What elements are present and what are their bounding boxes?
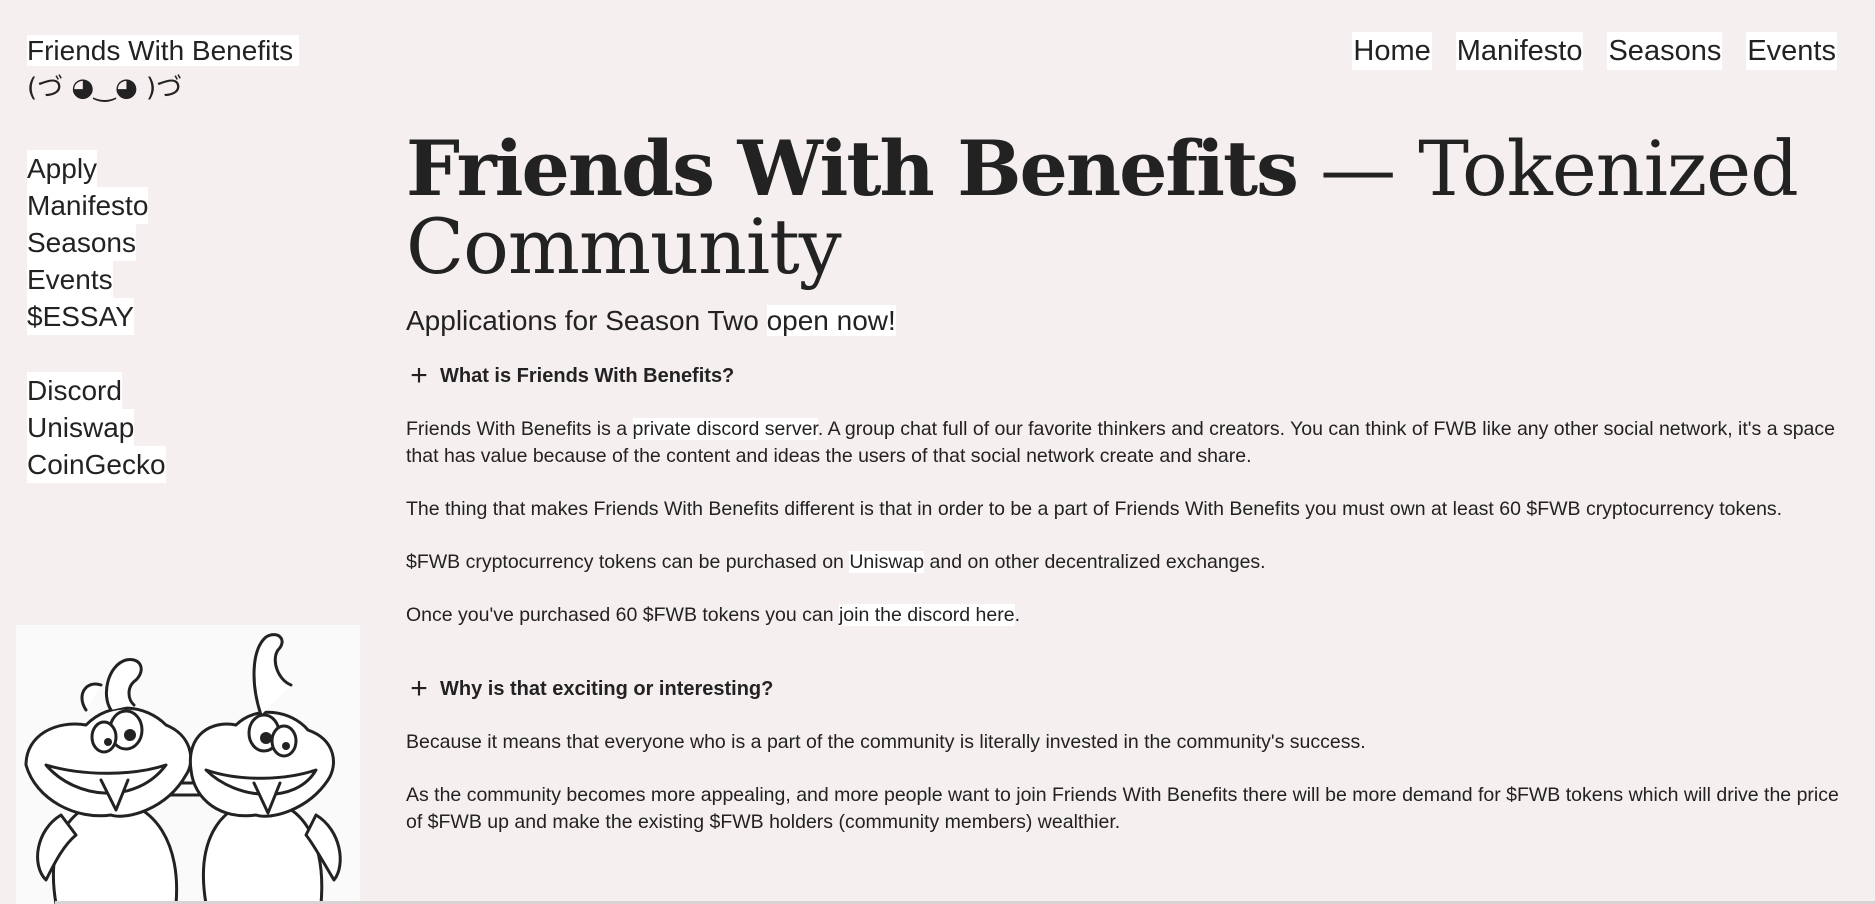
site-title[interactable]: Friends With Benefits (づ ◕‿◕ )づ <box>27 32 300 106</box>
text: and on other decentralized exchanges. <box>924 551 1266 573</box>
faq-question[interactable]: + What is Friends With Benefits? <box>406 361 1856 391</box>
nav-seasons[interactable]: Seasons <box>1607 32 1723 70</box>
kaomoji: (づ ◕‿◕ )づ <box>27 73 183 103</box>
sidebar: Apply Manifesto Seasons Events $ESSAY Di… <box>27 150 166 483</box>
announcement-text: Applications for Season Two <box>406 305 767 336</box>
faq-paragraph: Friends With Benefits is a private disco… <box>406 416 1856 470</box>
main-content: Friends With Benefits — Tokenized Commun… <box>406 130 1856 836</box>
private-discord-link[interactable]: private discord server <box>632 418 818 440</box>
faq-paragraph: The thing that makes Friends With Benefi… <box>406 498 1783 520</box>
text: . <box>1014 604 1020 626</box>
sidebar-item-seasons[interactable]: Seasons <box>27 224 136 261</box>
faq-paragraph: As the community becomes more appealing,… <box>406 784 1839 833</box>
sidebar-item-discord[interactable]: Discord <box>27 372 122 409</box>
text: Friends With Benefits is a <box>406 418 633 440</box>
season-announcement: Applications for Season Two open now! <box>406 302 1856 340</box>
faq-question-text[interactable]: Why is that exciting or interesting? <box>440 675 773 703</box>
sidebar-item-manifesto[interactable]: Manifesto <box>27 187 149 224</box>
nav-home[interactable]: Home <box>1352 32 1432 70</box>
faq-paragraph: $FWB cryptocurrency tokens can be purcha… <box>406 549 1856 576</box>
sidebar-item-events[interactable]: Events <box>27 261 113 298</box>
plus-icon[interactable]: + <box>406 361 432 391</box>
faq-paragraph: Once you've purchased 60 $FWB tokens you… <box>406 602 1856 629</box>
nav-events[interactable]: Events <box>1746 32 1837 70</box>
page-title-bold: Friends With Benefits <box>406 124 1299 213</box>
faq-question[interactable]: + Why is that exciting or interesting? <box>406 674 1856 704</box>
nav-manifesto[interactable]: Manifesto <box>1455 32 1584 70</box>
sidebar-item-uniswap[interactable]: Uniswap <box>27 409 135 446</box>
faq-section-why: + Why is that exciting or interesting? B… <box>406 674 1856 836</box>
faq-paragraph: Because it means that everyone who is a … <box>406 731 1366 753</box>
faq-section-what: + What is Friends With Benefits? Friends… <box>406 361 1856 629</box>
sidebar-item-essay[interactable]: $ESSAY <box>27 298 134 335</box>
mascot-illustration <box>16 625 360 904</box>
join-discord-link[interactable]: join the discord here <box>838 604 1015 626</box>
faq-question-text[interactable]: What is Friends With Benefits? <box>440 362 734 390</box>
top-nav: Home Manifesto Seasons Events <box>1352 32 1837 70</box>
text: Once you've purchased 60 $FWB tokens you… <box>406 604 839 626</box>
uniswap-link[interactable]: Uniswap <box>849 551 925 573</box>
sidebar-item-coingecko[interactable]: CoinGecko <box>27 446 166 483</box>
applications-open-link[interactable]: open now! <box>766 305 896 336</box>
text: $FWB cryptocurrency tokens can be purcha… <box>406 551 850 573</box>
sidebar-item-apply[interactable]: Apply <box>27 150 98 187</box>
site-title-text[interactable]: Friends With Benefits <box>27 35 300 66</box>
plus-icon[interactable]: + <box>406 674 432 704</box>
page-title: Friends With Benefits — Tokenized Commun… <box>406 130 1856 286</box>
